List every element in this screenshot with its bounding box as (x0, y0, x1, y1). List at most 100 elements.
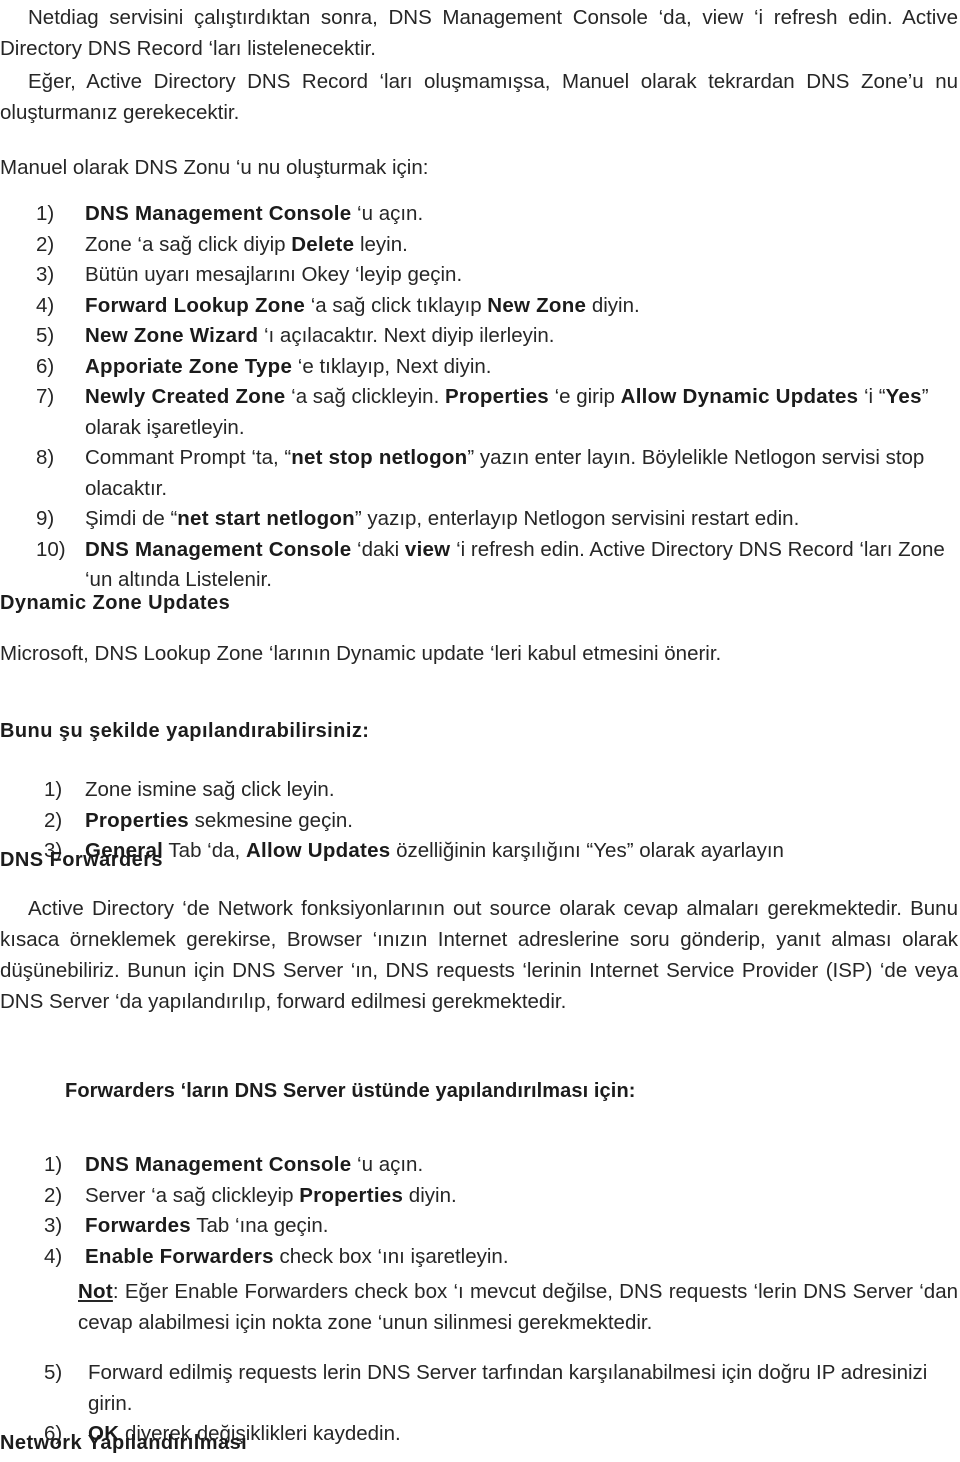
list-item: 2) Zone ‘a sağ click diyip Delete leyin. (0, 230, 958, 261)
list-item-number: 9) (36, 507, 55, 530)
plain-text: Server ‘a sağ clickleyip (85, 1183, 300, 1207)
config-lead-heading: Bunu şu şekilde yapılandırabilirsiniz: (0, 720, 370, 742)
manual-zone-lead-container: Manuel olarak DNS Zonu ‘u nu oluşturmak … (0, 152, 700, 183)
plain-text: ‘i “ (858, 385, 886, 408)
list-item-text: DNS Management Console ‘u açın. (85, 1153, 423, 1176)
plain-text: ‘e girip (548, 385, 621, 408)
emphasis-text: New Zone Wizard (85, 324, 259, 347)
network-section-heading-container: Network Yapılandırılması (0, 1428, 600, 1458)
plain-text: check box ‘ını işaretleyin. (273, 1244, 509, 1268)
plain-text: ‘a sağ clickleyin. (285, 385, 445, 408)
emphasis-text: view (404, 537, 451, 561)
manual-zone-lead: Manuel olarak DNS Zonu ‘u nu oluşturmak … (0, 156, 429, 179)
plain-text: ‘u açın. (351, 1153, 424, 1176)
list-item-number: 2) (44, 808, 63, 832)
plain-text: Bütün uyarı mesajlarını Okey ‘leyip geçi… (85, 263, 463, 286)
list-item-number: 8) (36, 446, 55, 469)
list-item-number: 7) (36, 385, 55, 408)
plain-text: ‘u açın. (351, 202, 424, 225)
emphasis-text: DNS Management Console (85, 537, 352, 561)
note-label: Not (78, 1280, 113, 1303)
list-item-number: 6) (36, 354, 55, 378)
list-item-number: 4) (36, 293, 55, 317)
list-item-number: 1) (44, 1153, 63, 1176)
list-item-text: Forwardes Tab ‘ına geçin. (85, 1214, 328, 1237)
plain-text: Commant Prompt ‘ta, “ (85, 446, 292, 469)
list-item-text: Forward Lookup Zone ‘a sağ click tıklayı… (85, 294, 640, 317)
list-item-text: DNS Management Console ‘daki view ‘i ref… (85, 538, 945, 592)
list-item-number: 1) (36, 202, 55, 225)
list-item-text: Properties sekmesine geçin. (85, 809, 353, 832)
list-item: 1) DNS Management Console ‘u açın. (0, 1150, 958, 1181)
emphasis-text: net stop netlogon (291, 446, 468, 469)
intro-paragraph-1: Netdiag servisini çalıştırdıktan sonra, … (0, 6, 958, 60)
plain-text: ” yazıp, enterlayıp Netlogon servisini r… (354, 507, 800, 530)
list-item: 3) Forwardes Tab ‘ına geçin. (0, 1211, 958, 1242)
document-page: Netdiag servisini çalıştırdıktan sonra, … (0, 0, 960, 1462)
emphasis-text: Enable Forwarders (85, 1244, 274, 1268)
list-item: 10) DNS Management Console ‘daki view ‘i … (0, 535, 958, 596)
plain-text: sekmesine geçin. (188, 808, 353, 832)
plain-text: ‘ı açılacaktır. Next diyip ilerleyin. (258, 324, 555, 347)
emphasis-text: Newly Created Zone (85, 385, 286, 408)
list-item: 6) Apporiate Zone Type ‘e tıklayıp, Next … (0, 352, 958, 383)
plain-text: diyin. (403, 1183, 457, 1207)
dynamic-zone-updates-paragraph: Microsoft, DNS Lookup Zone ‘larının Dyna… (0, 642, 722, 665)
emphasis-text: Properties (299, 1183, 404, 1207)
emphasis-text: Forward Lookup Zone (85, 293, 305, 317)
list-item-number: 3) (44, 1214, 63, 1237)
list-item-text: Commant Prompt ‘ta, “net stop netlogon” … (85, 446, 924, 500)
forwarders-steps-list: 1) DNS Management Console ‘u açın. 2) Serve… (0, 1150, 958, 1272)
emphasis-text: Apporiate Zone Type (85, 354, 293, 378)
list-item-text: Forward edilmiş requests lerin DNS Serve… (88, 1361, 927, 1415)
list-item: 1) Zone ismine sağ click leyin. (0, 775, 958, 806)
list-item-number: 2) (44, 1183, 63, 1207)
list-item-number: 10) (36, 537, 66, 561)
forwarders-subheading-container: Forwarders ‘ların DNS Server üstünde yap… (65, 1076, 945, 1106)
list-item-text: Enable Forwarders check box ‘ını işaretl… (85, 1245, 509, 1268)
plain-text: ‘e tıklayıp, Next diyin. (292, 354, 492, 378)
config-lead-container: Bunu şu şekilde yapılandırabilirsiniz: (0, 716, 700, 746)
dynamic-zone-updates-heading: Dynamic Zone Updates (0, 592, 231, 614)
list-item-number: 4) (44, 1244, 63, 1268)
emphasis-text: New Zone (487, 293, 587, 317)
forwarders-note: Not: Eğer Enable Forwarders check box ‘ı… (78, 1277, 958, 1338)
list-item: 8) Commant Prompt ‘ta, “net stop netlogon… (0, 443, 958, 504)
plain-text: Şimdi de “ (85, 507, 178, 530)
plain-text: Tab ‘ına geçin. (190, 1214, 329, 1237)
intro-paragraph-2-container: Eğer, Active Directory DNS Record ‘ları … (0, 66, 958, 128)
list-item: 5) Forward edilmiş requests lerin DNS Ser… (0, 1358, 958, 1419)
list-item-number: 3) (36, 263, 55, 286)
emphasis-text: Allow Dynamic Updates (620, 385, 859, 408)
dns-forwarders-heading-container: DNS Forwarders (0, 845, 500, 875)
emphasis-text: Delete (291, 232, 355, 256)
list-item-number: 5) (36, 324, 55, 347)
plain-text: Forward edilmiş requests lerin DNS Serve… (88, 1361, 928, 1415)
dns-forwarders-paragraph-container: Active Directory ‘de Network fonksiyonla… (0, 893, 958, 1017)
list-item: 4) Enable Forwarders check box ‘ını işare… (0, 1242, 958, 1273)
list-item-text: Şimdi de “net start netlogon” yazıp, ent… (85, 507, 799, 530)
emphasis-text: net start netlogon (177, 507, 355, 530)
forwarders-note-container: Not: Eğer Enable Forwarders check box ‘ı… (78, 1277, 958, 1338)
list-item-text: Apporiate Zone Type ‘e tıklayıp, Next di… (85, 355, 492, 378)
intro-paragraph-2: Eğer, Active Directory DNS Record ‘ları … (0, 70, 958, 124)
list-item-text: Server ‘a sağ clickleyip Properties diyi… (85, 1184, 457, 1207)
emphasis-text: Yes (885, 385, 922, 408)
note-text: : Eğer Enable Forwarders check box ‘ı me… (78, 1280, 958, 1334)
list-item-number: 1) (44, 778, 63, 801)
list-item-text: Bütün uyarı mesajlarını Okey ‘leyip geçi… (85, 263, 462, 286)
dynamic-zone-updates-paragraph-container: Microsoft, DNS Lookup Zone ‘larının Dyna… (0, 638, 900, 669)
plain-text: diyin. (586, 293, 640, 317)
emphasis-text: Properties (444, 385, 549, 408)
emphasis-text: DNS Management Console (85, 1153, 352, 1176)
forwarders-steps-container: 1) DNS Management Console ‘u açın. 2) Serve… (0, 1150, 958, 1272)
list-item-text: Zone ‘a sağ click diyip Delete leyin. (85, 233, 408, 256)
emphasis-text: DNS Management Console (85, 202, 352, 225)
list-item-number: 5) (44, 1361, 63, 1384)
manual-zone-steps-list: 1) DNS Management Console ‘u açın. 2) Zone … (0, 199, 958, 596)
list-item: 3) Bütün uyarı mesajlarını Okey ‘leyip ge… (0, 260, 958, 291)
emphasis-text: Properties (85, 808, 189, 832)
list-item: 2) Properties sekmesine geçin. (0, 806, 958, 837)
list-item-text: Zone ismine sağ click leyin. (85, 778, 335, 801)
dns-forwarders-paragraph: Active Directory ‘de Network fonksiyonla… (0, 897, 958, 1013)
